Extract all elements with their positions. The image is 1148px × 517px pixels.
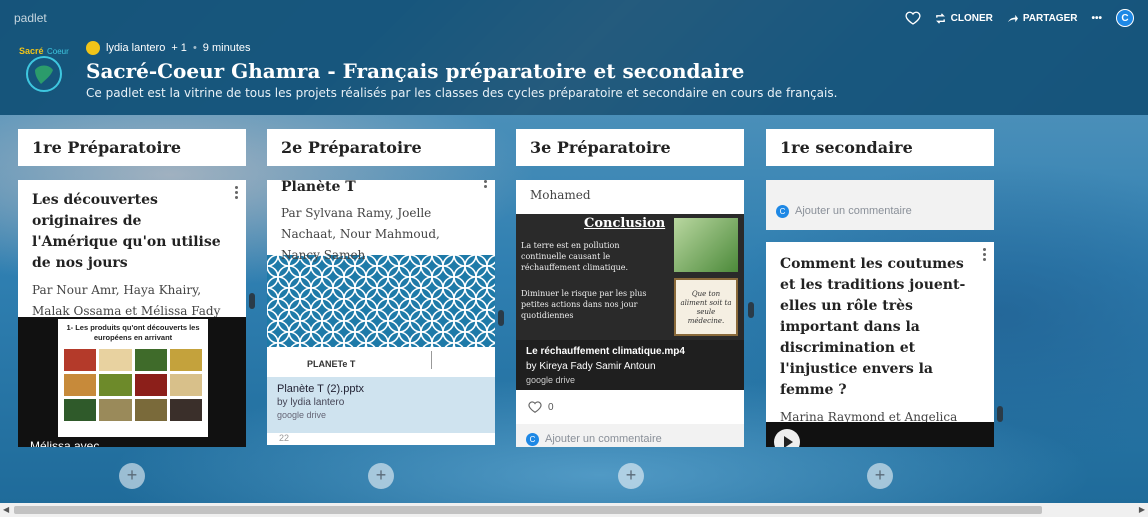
board-title: Sacré-Coeur Ghamra - Français préparatoi… (86, 59, 745, 83)
post-authors: Par Nour Amr, Haya Khairy, Malak Ossama … (32, 283, 221, 318)
commenter-avatar: C (776, 204, 789, 218)
post-card[interactable]: Comment les coutumes et les traditions j… (766, 242, 994, 445)
quote-image: Que ton aliment soit ta seule médecine. (674, 278, 738, 336)
play-icon[interactable] (774, 429, 800, 447)
comment-input[interactable]: C Ajouter un commentaire (766, 180, 994, 230)
slide-text-2: Diminuer le risque par les plus petites … (521, 289, 647, 320)
doc-preview-label: PLANETe T (307, 359, 356, 369)
column-3-posts[interactable]: Mohamed Conclusion La terre est en pollu… (516, 180, 744, 447)
comment-placeholder: Ajouter un commentaire (545, 433, 662, 445)
column-header-3e-preparatoire[interactable]: 3e Préparatoire (516, 129, 744, 166)
video-source: google drive (526, 375, 576, 385)
author-avatar[interactable] (86, 41, 100, 55)
school-logo: Sacré Coeur (19, 46, 69, 92)
post-card[interactable]: Planète T Par Sylvana Ramy, Joelle Nacha… (267, 180, 495, 262)
post-reactions: 0 (516, 390, 744, 424)
comment-placeholder: Ajouter un commentaire (795, 205, 912, 217)
video-owner: by Kireya Fady Samir Antoun (526, 361, 656, 372)
post-title: Planète T (281, 180, 356, 195)
like-count: 0 (548, 401, 554, 413)
column-4-posts[interactable]: C Ajouter un commentaire Comment les cou… (766, 180, 994, 447)
post-card[interactable]: Mohamed (516, 180, 744, 214)
slide-heading: Conclusion (584, 216, 666, 231)
slide-caption: Mélissa avec (30, 439, 100, 447)
column-2-posts[interactable]: Planète T Par Sylvana Ramy, Joelle Nacha… (267, 180, 495, 447)
comment-input[interactable]: C Ajouter un commentaire (516, 424, 744, 447)
svg-text:Coeur: Coeur (47, 47, 69, 56)
attachment-source: google drive (277, 410, 327, 420)
post-title: Les découvertes originaires de l'Amériqu… (32, 192, 221, 271)
collaborators-count[interactable]: + 1 (171, 42, 187, 54)
share-button[interactable]: PARTAGER (1007, 12, 1078, 24)
scroll-left-arrow-icon[interactable]: ◀ (3, 505, 9, 514)
column-1-posts[interactable]: Les découvertes originaires de l'Amériqu… (18, 180, 246, 447)
post-authors: Mohamed (530, 188, 591, 202)
svg-text:Sacré: Sacré (19, 46, 44, 56)
repeat-icon (935, 12, 945, 24)
user-avatar[interactable]: C (1116, 9, 1134, 27)
slide-title: 1- Les produits qu'ont découverts les eu… (66, 323, 200, 342)
post-menu-icon[interactable] (983, 248, 987, 263)
share-label: PARTAGER (1022, 12, 1078, 24)
scroll-right-arrow-icon[interactable]: ▶ (1139, 505, 1145, 514)
add-post-button-col4[interactable]: + (867, 463, 893, 489)
add-post-button-col2[interactable]: + (368, 463, 394, 489)
column-header-2e-preparatoire[interactable]: 2e Préparatoire (267, 129, 495, 166)
horizontal-scrollbar[interactable]: ◀ ▶ (0, 503, 1148, 517)
board-description: Ce padlet est la vitrine de tous les pro… (86, 86, 838, 100)
share-icon (1007, 14, 1018, 22)
more-menu-button[interactable]: ••• (1091, 13, 1102, 24)
column-resize-handle[interactable] (997, 406, 1003, 422)
video-file-name: Le réchauffement climatique.mp4 (526, 346, 685, 357)
slide-image: 1- Les produits qu'ont découverts les eu… (58, 319, 208, 437)
add-post-button-col3[interactable]: + (618, 463, 644, 489)
commenter-avatar: C (526, 432, 539, 446)
post-title: Comment les coutumes et les traditions j… (780, 256, 966, 398)
post-card[interactable]: Les découvertes originaires de l'Amériqu… (18, 180, 246, 318)
attachment-name: Planète T (2).pptx (277, 383, 365, 395)
padlet-logo-text[interactable]: padlet (14, 11, 47, 25)
post-menu-icon[interactable] (484, 180, 488, 190)
slide-text-1: La terre est en pollution continuelle ca… (521, 241, 629, 272)
pattern-preview-image (267, 255, 495, 347)
attachment-card[interactable]: Planète T (2).pptx by lydia lantero goog… (267, 377, 495, 433)
earth-image (674, 218, 738, 272)
column-resize-handle[interactable] (249, 293, 255, 309)
board-header: padlet CLONER PARTAGER ••• C Sacré Coeur… (0, 0, 1148, 115)
video-thumbnail[interactable]: Conclusion La terre est en pollution con… (516, 214, 744, 340)
meta-separator: • (192, 42, 197, 54)
add-post-button-col1[interactable]: + (119, 463, 145, 489)
video-embed[interactable] (766, 422, 994, 447)
column-resize-handle[interactable] (498, 310, 504, 326)
doc-preview: PLANETe T (267, 347, 495, 377)
clone-button[interactable]: CLONER (935, 13, 993, 24)
post-comment-count[interactable]: 22 (267, 433, 495, 445)
attachment-owner: by lydia lantero (277, 397, 345, 408)
last-edit-time: 9 minutes (202, 42, 251, 54)
author-name[interactable]: lydia lantero (106, 42, 165, 54)
heart-icon[interactable] (905, 10, 921, 26)
like-heart-icon[interactable] (528, 400, 542, 414)
column-resize-handle[interactable] (748, 302, 754, 318)
clone-label: CLONER (950, 12, 993, 24)
column-header-1re-secondaire[interactable]: 1re secondaire (766, 129, 994, 166)
video-post[interactable]: Conclusion La terre est en pollution con… (516, 214, 744, 390)
scrollbar-thumb[interactable] (14, 506, 1042, 514)
slide-preview[interactable]: 1- Les produits qu'ont découverts les eu… (18, 317, 246, 447)
post-authors: Par Sylvana Ramy, Joelle Nachaat, Nour M… (281, 206, 440, 262)
author-meta: lydia lantero + 1 • 9 minutes (86, 41, 251, 55)
top-actions: CLONER PARTAGER ••• C (905, 9, 1134, 27)
post-menu-icon[interactable] (235, 186, 239, 201)
column-header-1re-preparatoire[interactable]: 1re Préparatoire (18, 129, 246, 166)
